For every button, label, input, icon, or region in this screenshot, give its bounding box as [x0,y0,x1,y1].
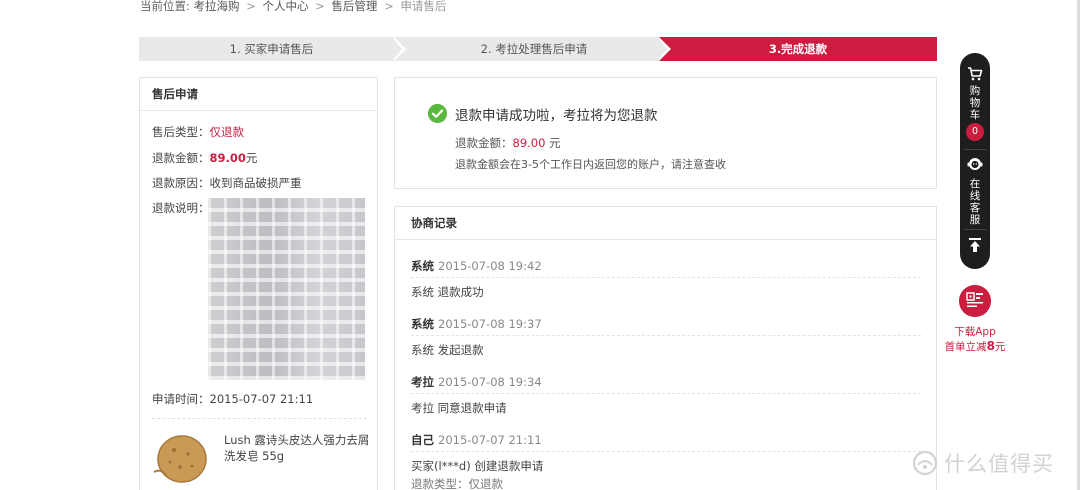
log-title: 协商记录 [395,207,936,240]
refund-description-label: 退款说明： [152,201,210,215]
log-entry-text: 系统 发起退款 [411,343,484,357]
log-entry-header: 考拉 2015-07-08 19:34 [411,375,542,389]
download-app-label: 下载App [954,326,996,338]
divider [152,418,367,419]
cart-label: 购物车 [969,85,981,121]
progress-steps: 1. 买家申请售后 2. 考拉处理售后申请 3.完成退款 [139,37,937,61]
step-refund-complete: 3.完成退款 [659,37,937,61]
product-name[interactable]: Lush 露诗头皮达人强力去屑洗发皂 55g [224,432,374,464]
breadcrumb-item-personal-center[interactable]: 个人中心 [262,0,308,13]
back-to-top-icon[interactable] [967,237,983,253]
refund-note: 退款金额会在3-5个工作日内返回您的账户，请注意查收 [455,158,726,171]
breadcrumb: 当前位置: 考拉海购 > 个人中心 > 售后管理 > 申请售后 [140,0,447,13]
qrcode-icon[interactable] [959,285,991,317]
smzdm-logo-icon [912,450,938,476]
log-entry-text: 考拉 同意退款申请 [411,401,507,415]
first-order-discount: 首单立减8元 [944,339,1006,353]
blurred-description-image [208,198,365,380]
breadcrumb-item-current: 申请售后 [400,0,447,13]
panel-title: 售后申请 [140,78,377,111]
product-image[interactable] [152,432,210,484]
check-circle-icon [428,104,447,123]
breadcrumb-item-after-sale[interactable]: 售后管理 [331,0,377,13]
customer-service-label: 在线客服 [969,178,981,226]
cart-icon [968,67,983,81]
log-entry-subtext: 退款类型：仅退款 [411,477,503,490]
refund-amount: 退款金额：89.00元 [152,151,258,165]
watermark: 什么值得买 [912,448,1054,478]
success-refund-amount: 退款金额：89.00 元 [455,136,561,150]
log-entry-header: 系统 2015-07-08 19:42 [411,259,542,273]
log-entry-header: 自己 2015-07-07 21:11 [411,433,542,447]
after-sale-panel: 售后申请 售后类型：仅退款 退款金额：89.00元 退款原因：收到商品破损严重 … [139,77,378,490]
log-entry-text: 系统 退款成功 [411,285,484,299]
apply-time: 申请时间：2015-07-07 21:11 [152,392,314,406]
log-entry-header: 系统 2015-07-08 19:37 [411,317,542,331]
breadcrumb-label: 当前位置: [140,0,190,13]
breadcrumb-item-kaola[interactable]: 考拉海购 [194,0,240,13]
negotiation-log: 协商记录 系统 2015-07-08 19:42 系统 退款成功 系统 2015-0… [394,206,937,490]
floating-sidebar: 购物车 0 在线客服 [960,53,990,269]
refund-success-box: 退款申请成功啦，考拉将为您退款 退款金额：89.00 元 退款金额会在3-5个工… [394,77,937,189]
step-apply: 1. 买家申请售后 [139,37,404,61]
headset-icon [967,158,983,170]
step-processing: 2. 考拉处理售后申请 [399,37,669,61]
refund-reason: 退款原因：收到商品破损严重 [152,176,302,190]
cart-count-badge: 0 [966,123,984,141]
success-title: 退款申请成功啦，考拉将为您退款 [455,108,658,124]
download-app-promo[interactable]: 下载App 首单立减8元 [940,325,1010,354]
after-sale-type: 售后类型：仅退款 [152,125,244,139]
log-entry-text: 买家(l***d) 创建退款申请 [411,459,544,473]
